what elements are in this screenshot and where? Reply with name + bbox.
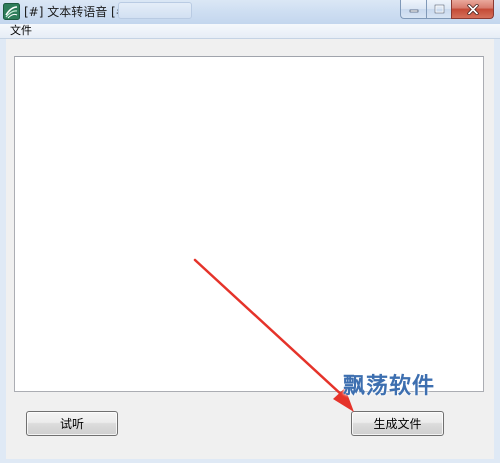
menu-file[interactable]: 文件: [8, 23, 34, 38]
text-input-area[interactable]: [14, 56, 484, 392]
window-title: [#] 文本转语音 [#]: [24, 5, 131, 19]
close-icon: [466, 3, 479, 15]
close-button[interactable]: [451, 0, 494, 19]
app-logo-icon: [3, 3, 20, 20]
title-bar[interactable]: [#] 文本转语音 [#]: [0, 0, 500, 24]
title-bar-reflection: [118, 2, 192, 19]
app-window: [#] 文本转语音 [#] 文件 试听 生成文件 飘荡软件: [0, 0, 500, 463]
minimize-button[interactable]: [400, 0, 426, 19]
maximize-button[interactable]: [426, 0, 451, 19]
maximize-icon: [434, 4, 444, 14]
client-area: 试听 生成文件: [6, 39, 494, 459]
generate-file-button[interactable]: 生成文件: [351, 411, 444, 436]
caption-buttons: [400, 0, 494, 20]
minimize-icon: [409, 9, 418, 13]
menu-bar: 文件: [0, 24, 500, 39]
listen-button[interactable]: 试听: [26, 411, 118, 436]
